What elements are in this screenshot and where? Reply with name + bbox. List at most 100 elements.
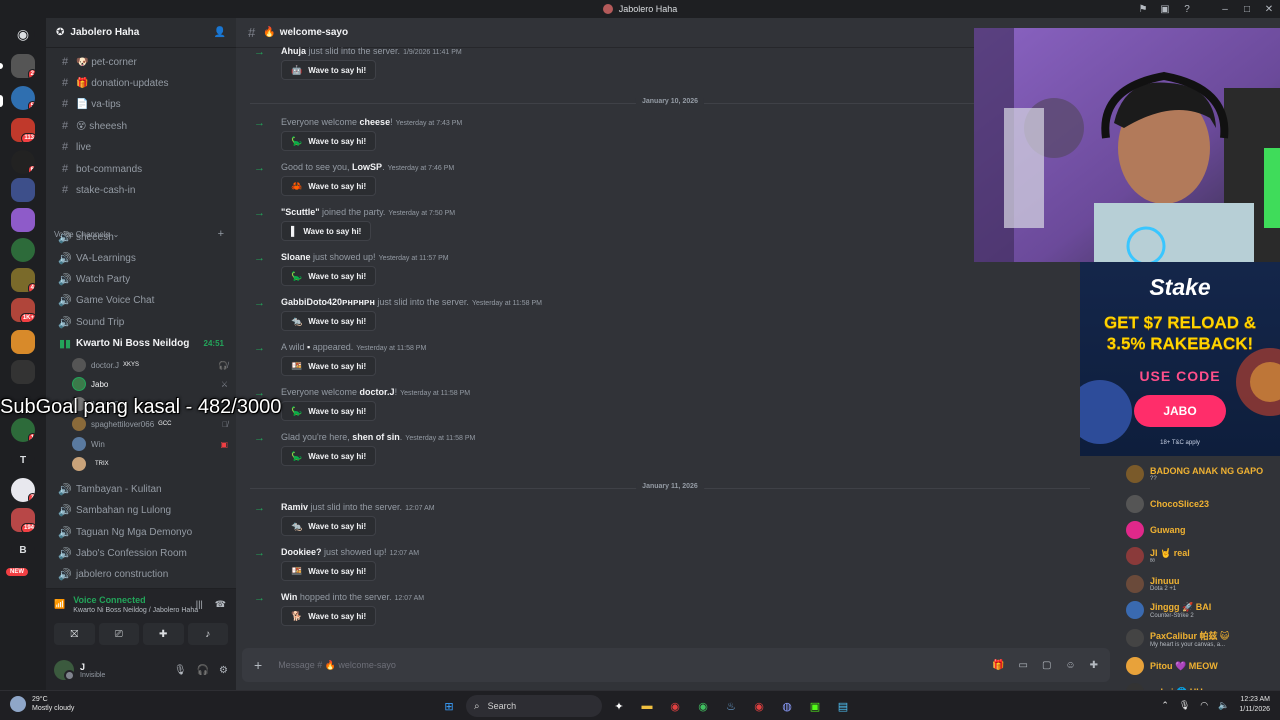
server-icon[interactable] [11, 238, 35, 262]
server-icon[interactable]: 2 [11, 54, 35, 78]
server-icon[interactable]: 1 [11, 418, 35, 442]
server-header[interactable]: ✪ Jabolero Haha 👤 [46, 18, 236, 48]
channel-stake-cash-in[interactable]: # stake-cash-in [54, 180, 230, 200]
wave-button[interactable]: 🐀 Wave to say hi! [281, 516, 377, 536]
member-name[interactable]: "Scuttle" [281, 207, 320, 217]
voice-user[interactable]: doctor.J XKYS 🎧̸ [72, 356, 228, 374]
member-name[interactable]: Dookiee? [281, 547, 322, 557]
camera-off-button[interactable]: ⛝ [54, 623, 95, 645]
sticker-icon[interactable]: ▢ [1042, 660, 1051, 671]
disconnect-icon[interactable]: ☎ [215, 599, 226, 610]
member-name[interactable]: Win [281, 592, 297, 602]
wave-button[interactable]: 🦕 Wave to say hi! [281, 446, 377, 466]
server-icon[interactable]: 4 [11, 268, 35, 292]
gif-icon[interactable]: ▭ [1018, 660, 1027, 671]
user-panel[interactable]: J Invisible 🎙 🎧 ⚙ [54, 655, 228, 685]
member-name[interactable]: LowSP [352, 162, 382, 172]
server-icon[interactable]: 194 [11, 508, 35, 532]
wave-button[interactable]: 🦕 Wave to say hi! [281, 266, 377, 286]
microphone-icon[interactable]: 🎙 [1179, 700, 1190, 711]
voice-channel[interactable]: 🔊 Game Voice Chat [54, 290, 230, 310]
apps-icon[interactable]: ✚ [1090, 660, 1098, 671]
channel-pet-corner[interactable]: # 🐶 pet-corner [54, 52, 230, 72]
channel-va-tips[interactable]: # 📄 va-tips [54, 94, 230, 114]
wave-button[interactable]: 🐕 Wave to say hi! [281, 606, 377, 626]
server-icon[interactable]: 6 [11, 150, 35, 174]
wave-button[interactable]: 🍱 Wave to say hi! [281, 561, 377, 581]
soundboard-button[interactable]: ♪ [187, 623, 228, 645]
member-name[interactable]: Sloane [281, 252, 311, 262]
member-name[interactable]: Ahuja [281, 46, 306, 56]
server-icon[interactable] [11, 360, 35, 384]
gift-icon[interactable]: 🎁 [992, 660, 1004, 671]
server-icon[interactable]: 5 [11, 86, 35, 110]
file-explorer-icon[interactable]: ▬ [636, 695, 658, 717]
discord-home-icon[interactable]: ◉ [11, 22, 35, 46]
noise-suppression-icon[interactable]: ||| [196, 599, 203, 610]
wave-button[interactable]: 🦕 Wave to say hi! [281, 401, 377, 421]
voice-user[interactable]: Win ▣ [72, 435, 228, 453]
voice-channel[interactable]: 🔊 Tambayan - Kulitan [54, 479, 230, 499]
minimize-icon[interactable]: – [1214, 4, 1236, 15]
settings-icon[interactable]: ⚙ [219, 665, 228, 676]
help-icon[interactable]: ? [1176, 4, 1198, 15]
member-name[interactable]: doctor.J [360, 387, 395, 397]
voice-user[interactable]: TRIX [72, 455, 228, 473]
activities-button[interactable]: ✚ [143, 623, 184, 645]
add-member-icon[interactable]: 👤 [214, 27, 226, 38]
screen-icon[interactable]: ▣ [1154, 4, 1176, 15]
server-letter-icon[interactable]: B [11, 538, 35, 562]
channel-live[interactable]: # live [54, 137, 230, 157]
wave-button[interactable]: ▌ Wave to say hi! [281, 221, 372, 241]
wave-button[interactable]: 🤖 Wave to say hi! [281, 60, 377, 80]
clock[interactable]: 12:23 AM 1/11/2026 [1239, 695, 1270, 715]
wave-button[interactable]: 🍱 Wave to say hi! [281, 356, 377, 376]
emoji-icon[interactable]: ☺ [1065, 660, 1075, 671]
channel-bot-commands[interactable]: # bot-commands [54, 159, 230, 179]
wave-button[interactable]: 🦕 Wave to say hi! [281, 131, 377, 151]
volume-icon[interactable]: 🔈 [1218, 700, 1229, 711]
channel-sheeesh[interactable]: # 😵 sheeesh [54, 116, 230, 136]
voice-channel[interactable]: 🔊 Sound Trip [54, 312, 230, 332]
close-icon[interactable]: ✕ [1258, 4, 1280, 15]
chrome-icon[interactable]: ◉ [692, 695, 714, 717]
wifi-icon[interactable]: ◠ [1200, 700, 1208, 711]
copilot-icon[interactable]: ✦ [608, 695, 630, 717]
voice-channel[interactable]: 🔊 jabolero construction [54, 564, 230, 584]
member-name[interactable]: Ramiv [281, 502, 308, 512]
channel-donation-updates[interactable]: # 🎁 donation-updates [54, 73, 230, 93]
attach-plus-icon[interactable]: + [254, 657, 262, 673]
taskbar-search[interactable]: ⌕ Search [466, 695, 602, 717]
server-icon[interactable]: 1K+ [11, 298, 35, 322]
voice-channel[interactable]: 🔊 sheeesh [54, 227, 230, 247]
server-icon[interactable] [11, 178, 35, 202]
message-input[interactable]: Message # 🔥 welcome-sayo [278, 660, 396, 671]
screen-share-button[interactable]: ⎚ [98, 623, 139, 645]
voice-channel[interactable]: 🔊 Taguan Ng Mga Demonyo [54, 522, 230, 542]
maximize-icon[interactable]: □ [1236, 4, 1258, 15]
server-icon[interactable]: 113 [11, 118, 35, 142]
server-icon[interactable]: 7 [11, 478, 35, 502]
chevron-up-icon[interactable]: ⌃ [1161, 700, 1169, 711]
member-name[interactable]: GabbiDoto420ᴘʜᴘʜᴘʜ [281, 297, 375, 307]
wave-button[interactable]: 🦀 Wave to say hi! [281, 176, 377, 196]
microphone-icon[interactable]: 🎙 [174, 665, 187, 676]
voice-channel-active[interactable]: ▮▮ Kwarto Ni Boss Neildog 24:51 [54, 333, 230, 353]
headphones-icon[interactable]: 🎧 [197, 665, 209, 676]
voice-channel[interactable]: 🔊 Jabo's Confession Room [54, 543, 230, 563]
chrome-icon[interactable]: ◉ [748, 695, 770, 717]
inbox-icon[interactable]: ⚑ [1132, 4, 1154, 15]
kick-icon[interactable]: ▣ [804, 695, 826, 717]
member-name[interactable]: cheese [360, 117, 391, 127]
voice-channel[interactable]: 🔊 VA-Learnings [54, 248, 230, 268]
message-composer[interactable]: + Message # 🔥 welcome-sayo 🎁 ▭ ▢ ☺ ✚ [242, 648, 1110, 682]
voice-status[interactable]: 📶 Voice Connected Kwarto Ni Boss Neildog… [54, 595, 198, 614]
discord-icon[interactable]: ◍ [776, 695, 798, 717]
steam-icon[interactable]: ♨ [720, 695, 742, 717]
windows-start-icon[interactable]: ⊞ [438, 695, 460, 717]
server-letter-icon[interactable]: T [11, 448, 35, 472]
voice-user[interactable]: Jabo ⚔ [72, 375, 228, 393]
voice-channel[interactable]: 🔊 Sambahan ng Lulong [54, 500, 230, 520]
weather-widget[interactable]: 29°C Mostly cloudy [10, 695, 74, 713]
member-name[interactable]: shen of sin [352, 432, 400, 442]
